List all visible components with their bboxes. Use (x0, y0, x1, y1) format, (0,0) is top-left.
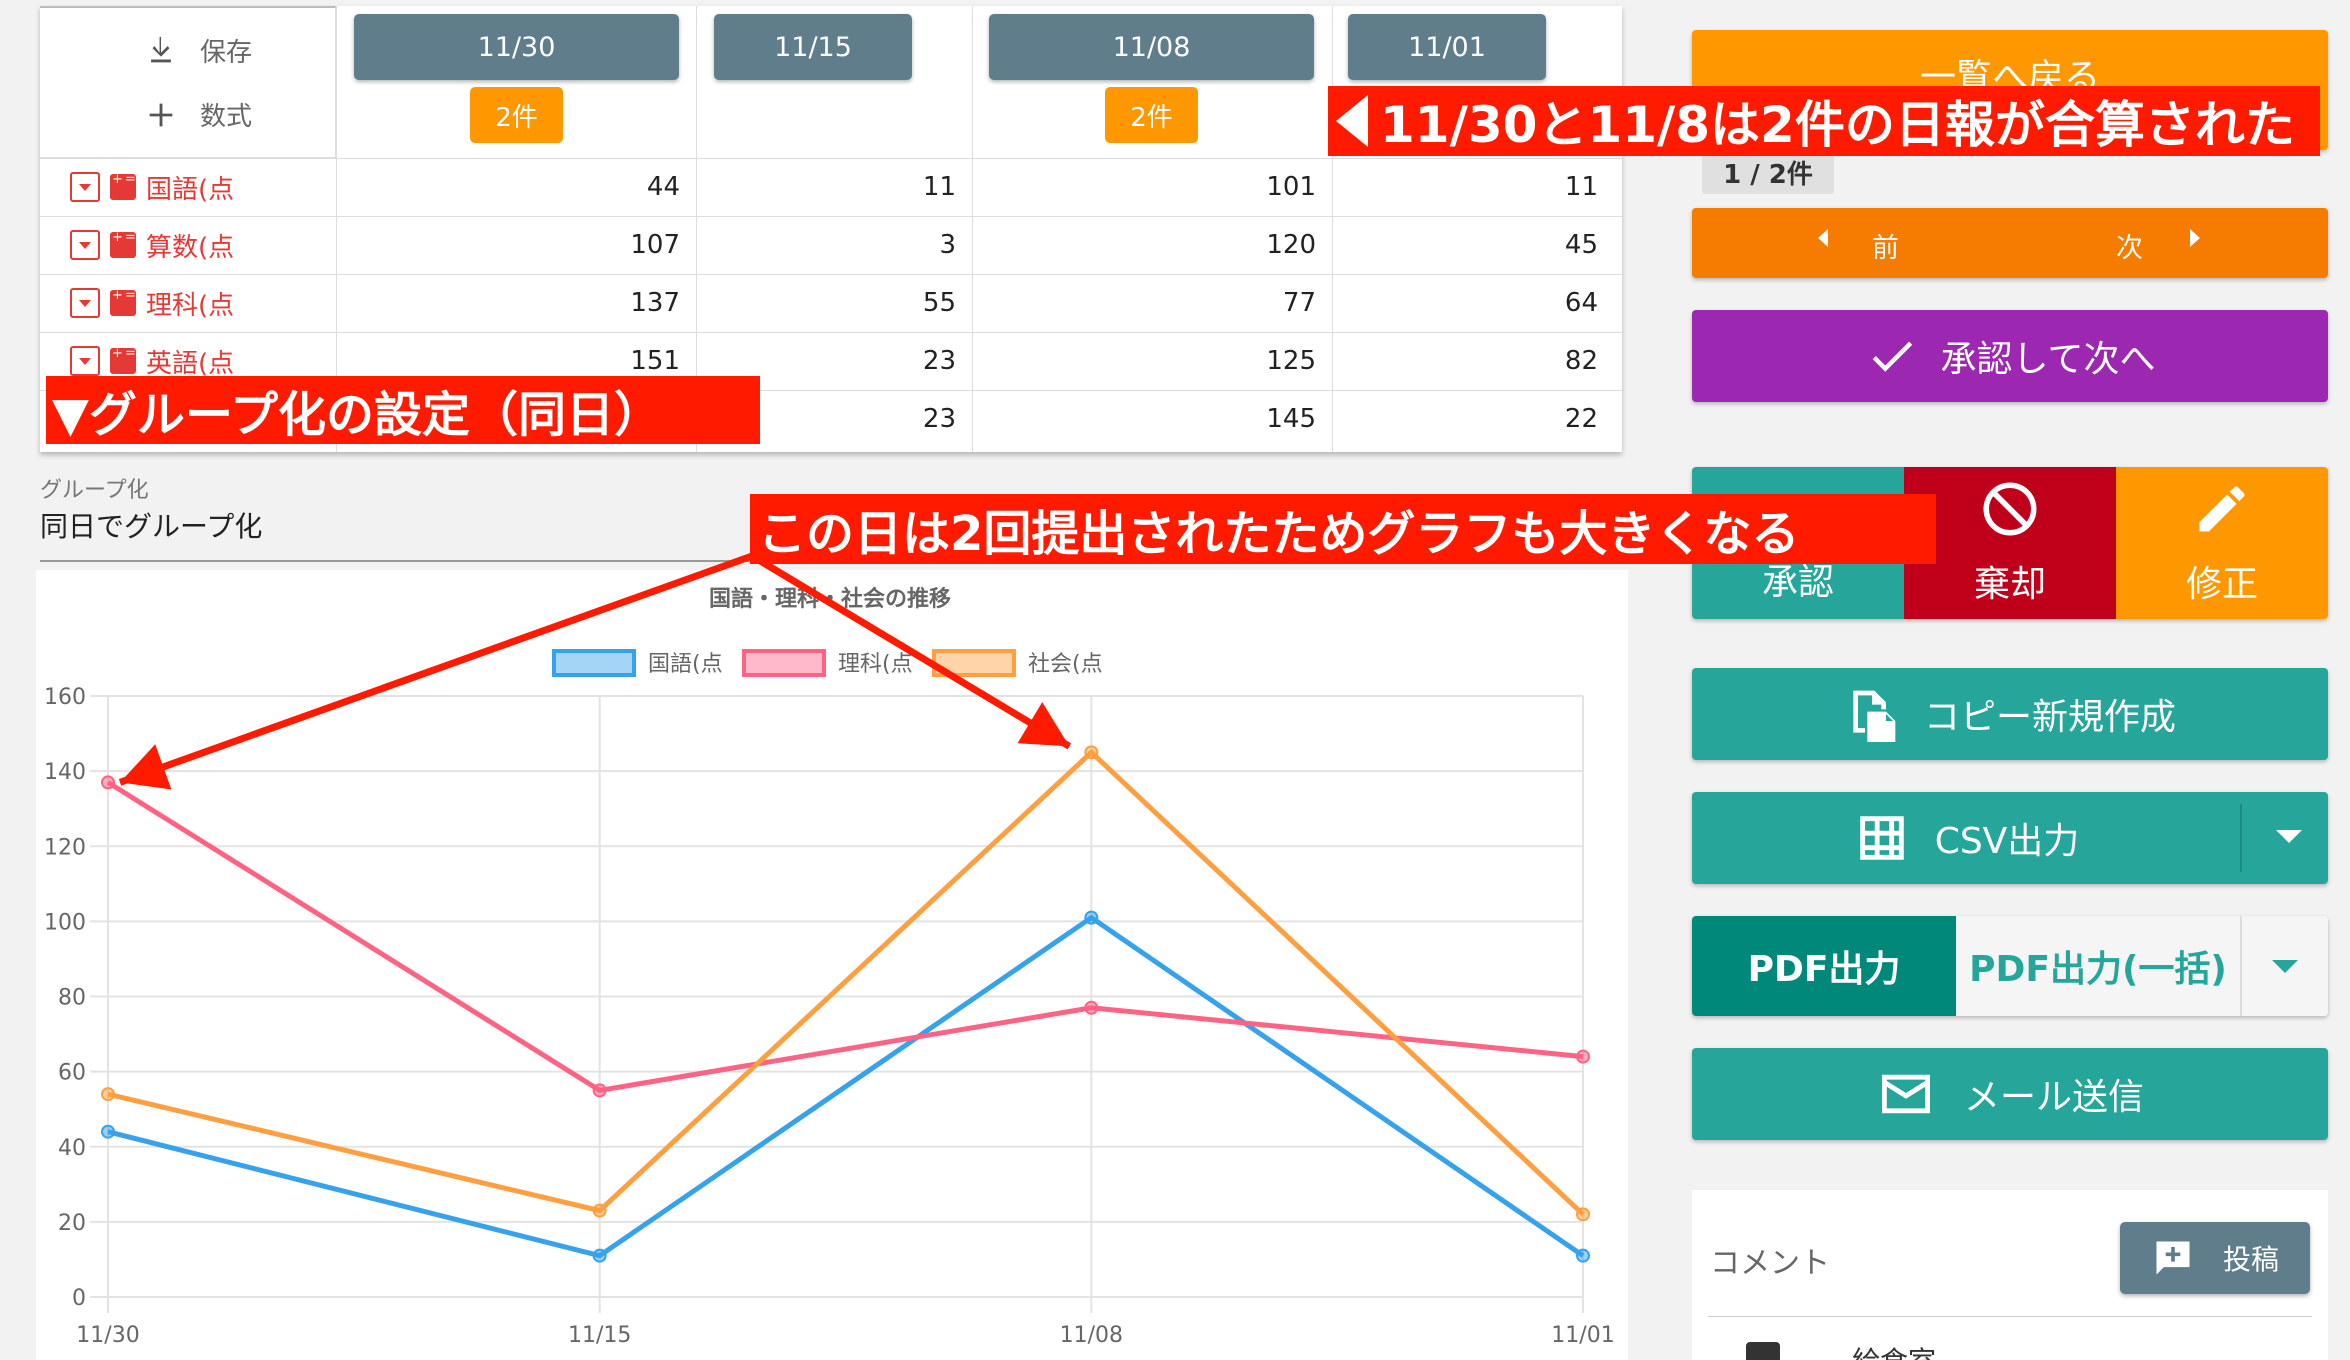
x-tick-label: 11/08 (1060, 1323, 1123, 1348)
series-line (107, 748, 1585, 1217)
comment-author: 給食室 (1852, 1340, 1936, 1360)
y-tick-label: 120 (44, 835, 86, 860)
annotation-top-right: 11/30と11/8は2件の日報が合算された (1328, 86, 2320, 156)
annotation-arrow-head (1017, 702, 1070, 747)
data-point (1576, 1248, 1590, 1263)
annotation-group-setting: ▼グループ化の設定（同日） (46, 376, 760, 444)
chevron-down-icon (2272, 960, 2298, 973)
pdf-export-group: PDF出力 PDF出力(一括) (1692, 916, 2328, 1016)
prev-button[interactable]: 前 (1872, 226, 1899, 265)
x-tick-label: 11/01 (1551, 1323, 1614, 1348)
y-tick-label: 80 (58, 986, 86, 1011)
data-point (1576, 1207, 1590, 1222)
pdf-bulk-export-button[interactable]: PDF出力(一括) (1956, 916, 2240, 1016)
line-chart: 0 20 40 60 80 100 120 140 160 11/30 11/15 11/08 11/0… (44, 552, 1615, 1348)
data-point (101, 775, 115, 790)
series-line (107, 914, 1585, 1259)
send-mail-button[interactable]: メール送信 (1692, 1048, 2328, 1140)
data-point (1084, 1000, 1099, 1015)
check-icon (1872, 341, 1912, 372)
copy-new-button[interactable]: コピー新規作成 (1692, 668, 2328, 760)
block-icon (1983, 482, 2037, 536)
data-point (592, 1083, 607, 1098)
data-point (101, 1087, 115, 1102)
prev-next-bar: 前 次 (1692, 208, 2328, 278)
csv-export-button[interactable]: CSV出力 (1692, 792, 2240, 884)
data-point (1084, 910, 1099, 925)
csv-dropdown-icon[interactable] (2276, 830, 2302, 843)
data-point (101, 1124, 115, 1139)
y-tick-label: 60 (58, 1061, 86, 1086)
x-tick-label: 11/30 (76, 1323, 139, 1348)
comment-panel: コメント 投稿 給食室 (1692, 1190, 2328, 1360)
csv-export-group: CSV出力 (1692, 792, 2328, 884)
x-tick-label: 11/15 (568, 1323, 631, 1348)
add-comment-icon (2156, 1241, 2190, 1275)
comment-title: コメント (1710, 1246, 1830, 1281)
data-point (592, 1248, 607, 1263)
copy-file-icon (1853, 690, 1896, 742)
chevron-left-icon (1818, 229, 1828, 247)
table-grid-icon (1859, 816, 1904, 860)
data-point (592, 1203, 607, 1218)
triangle-left-icon (1336, 95, 1368, 147)
data-point (1084, 745, 1099, 760)
y-tick-label: 140 (44, 760, 86, 785)
y-tick-label: 20 (58, 1211, 86, 1236)
series-line (106, 780, 1584, 1094)
y-tick-label: 100 (44, 910, 86, 935)
clipboard-icon (1746, 1342, 1780, 1360)
legend-label: 国語(点 (648, 652, 723, 677)
y-tick-label: 160 (44, 685, 86, 710)
data-point (1576, 1049, 1590, 1064)
post-comment-button[interactable]: 投稿 (2120, 1222, 2310, 1294)
annotation-chart-note: この日は2回提出されたためグラフも大きくなる (750, 494, 1936, 564)
next-button[interactable]: 次 (2116, 226, 2143, 265)
legend-swatch (742, 649, 826, 677)
mail-icon (1881, 1074, 1930, 1114)
legend-label: 理科(点 (838, 652, 913, 677)
pdf-dropdown[interactable] (2240, 916, 2328, 1016)
y-tick-label: 0 (72, 1286, 86, 1311)
pdf-export-button[interactable]: PDF出力 (1692, 916, 1956, 1016)
y-tick-label: 40 (58, 1136, 86, 1161)
chevron-right-icon (2190, 229, 2200, 247)
pencil-icon (2199, 486, 2245, 532)
legend-swatch (552, 649, 636, 677)
approve-next-button[interactable]: 承認して次へ (1692, 310, 2328, 402)
edit-button[interactable]: 修正 (2116, 467, 2328, 619)
legend-label: 社会(点 (1028, 652, 1103, 677)
